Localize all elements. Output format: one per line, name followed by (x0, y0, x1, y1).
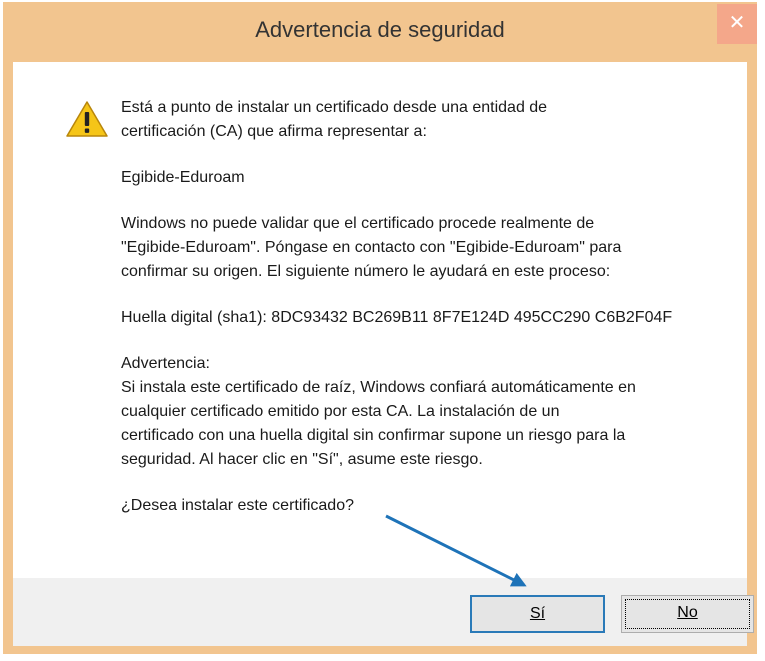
yes-button[interactable]: Sí (470, 595, 605, 633)
message-text: Está a punto de instalar un certificado … (121, 96, 731, 518)
dialog-content: Está a punto de instalar un certificado … (13, 62, 747, 578)
yes-button-label: Sí (529, 605, 546, 622)
warning-heading: Advertencia: (121, 355, 210, 372)
thumbprint-text: Huella digital (sha1): 8DC93432 BC269B11… (121, 309, 673, 326)
warning-text: Si instala este certificado de raíz, Win… (121, 379, 636, 468)
no-button-label: No (677, 604, 698, 621)
close-icon: ✕ (728, 12, 746, 34)
window-title: Advertencia de seguridad (255, 17, 505, 42)
intro-text: Está a punto de instalar un certificado … (121, 99, 548, 140)
no-button[interactable]: No (621, 595, 754, 633)
button-bar: Sí No (13, 578, 754, 646)
dialog-window: Advertencia de seguridad ✕ Está a punto … (3, 2, 757, 654)
warning-icon (66, 101, 108, 137)
close-button[interactable]: ✕ (717, 4, 757, 44)
entity-name: Egibide-Eduroam (121, 169, 245, 186)
title-bar[interactable]: Advertencia de seguridad ✕ (3, 2, 757, 62)
validation-text: Windows no puede validar que el certific… (121, 215, 622, 280)
install-question: ¿Desea instalar este certificado? (121, 497, 354, 514)
